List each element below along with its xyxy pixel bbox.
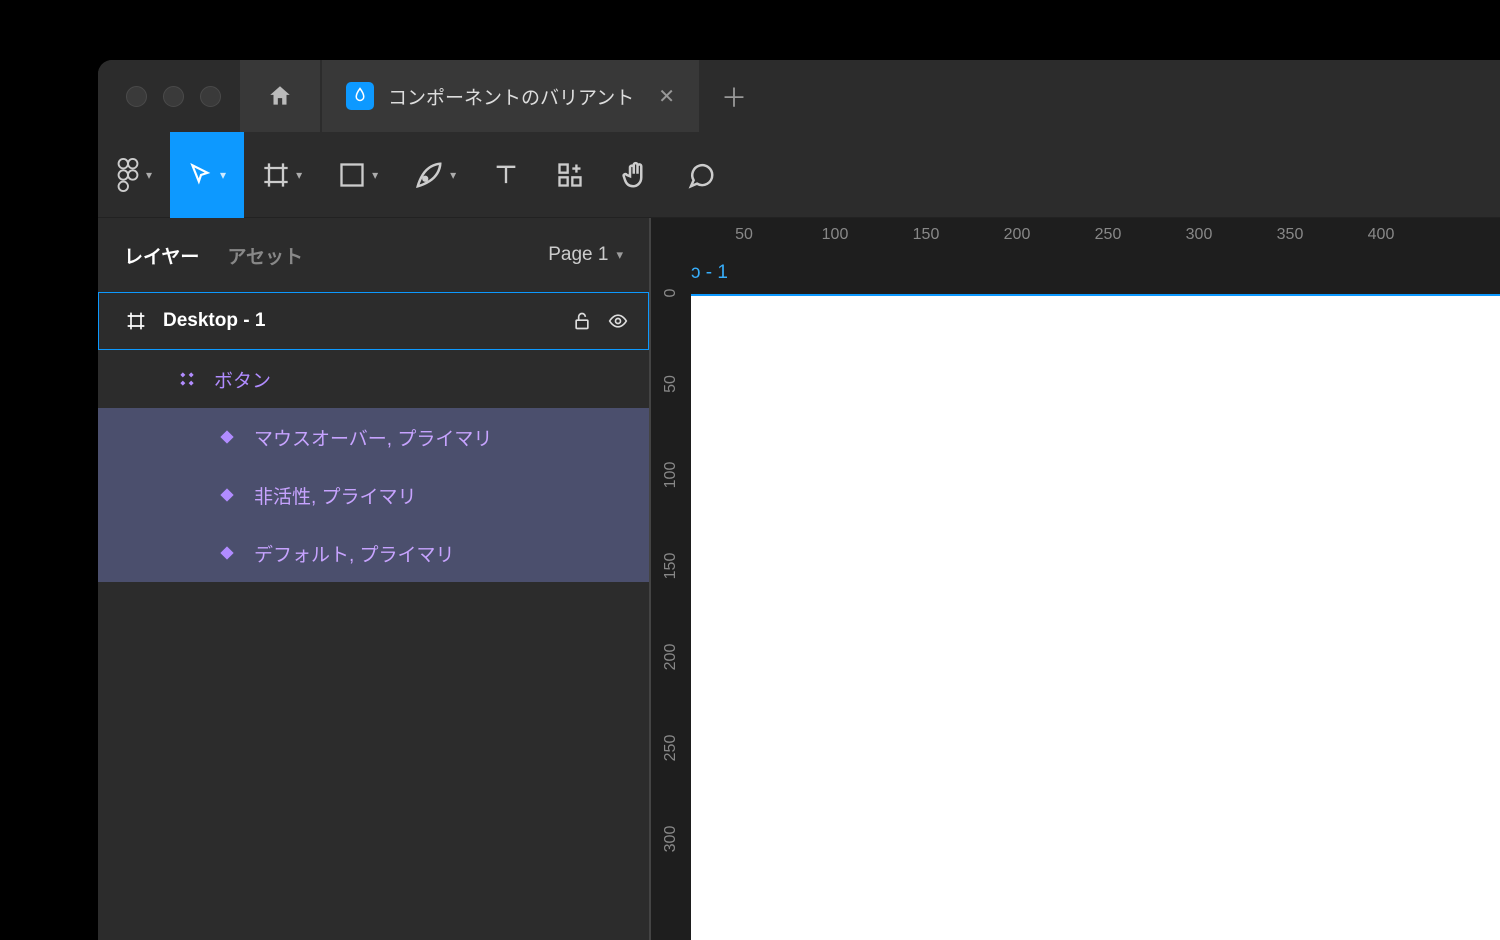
chevron-down-icon: ▾: [450, 168, 456, 182]
ruler-tick: 150: [662, 553, 680, 580]
pen-icon: [414, 160, 444, 190]
ruler-corner: [651, 218, 691, 258]
tab-assets[interactable]: アセット: [227, 242, 303, 269]
layer-name: デフォルト, プライマリ: [254, 540, 455, 567]
ruler-tick: 0: [662, 289, 680, 298]
home-icon: [267, 83, 293, 109]
toolbar: ▾ ▾ ▾ ▾ ▾: [98, 132, 1500, 218]
ruler-tick: 200: [1004, 226, 1031, 244]
ruler-vertical: 0 50 100 150 200 250 300: [651, 258, 691, 940]
file-tab[interactable]: コンポーネントのバリアント ✕: [322, 60, 699, 132]
artboard-desktop-1[interactable]: [691, 294, 1500, 940]
shape-tool[interactable]: ▾: [320, 132, 396, 218]
chevron-down-icon: ▾: [616, 247, 623, 263]
layer-name: 非活性, プライマリ: [254, 482, 417, 509]
file-tab-label: コンポーネントのバリアント: [388, 83, 634, 110]
chevron-down-icon: ▾: [296, 168, 302, 182]
ruler-tick: 200: [662, 644, 680, 671]
tab-layers[interactable]: レイヤー: [124, 242, 199, 269]
window-close-button[interactable]: [126, 86, 147, 107]
comment-tool[interactable]: [668, 132, 734, 218]
layer-row-component-set[interactable]: ボタン: [98, 350, 649, 408]
hand-icon: [620, 160, 650, 190]
ruler-tick: 350: [1277, 226, 1304, 244]
rectangle-icon: [338, 161, 366, 189]
unlock-icon[interactable]: [572, 311, 592, 331]
ruler-tick: 250: [1095, 226, 1122, 244]
layer-name: マウスオーバー, プライマリ: [254, 424, 492, 451]
chevron-down-icon: ▾: [220, 168, 226, 182]
ruler-tick: 100: [662, 462, 680, 489]
ruler-tick: 300: [662, 826, 680, 853]
component-set-icon: [176, 369, 198, 389]
variant-icon: [216, 545, 238, 561]
figma-logo-icon: [116, 158, 140, 192]
text-icon: [492, 161, 520, 189]
layer-row-variant[interactable]: デフォルト, プライマリ: [98, 524, 649, 582]
window-zoom-button[interactable]: [200, 86, 221, 107]
resources-tool[interactable]: [538, 132, 602, 218]
window-minimize-button[interactable]: [163, 86, 184, 107]
ruler-horizontal: 50 100 150 200 250 300 350 400: [691, 218, 1500, 258]
file-tab-icon: [346, 82, 374, 110]
chevron-down-icon: ▾: [372, 168, 378, 182]
sidebar-tabs: レイヤー アセット Page 1 ▾: [98, 218, 649, 292]
close-tab-button[interactable]: ✕: [658, 84, 675, 109]
ruler-tick: 400: [1368, 226, 1395, 244]
home-tab[interactable]: [240, 60, 320, 132]
left-sidebar: レイヤー アセット Page 1 ▾ Desktop - 1: [98, 218, 651, 940]
resources-icon: [556, 161, 584, 189]
ruler-tick: 100: [822, 226, 849, 244]
window-controls: [98, 60, 240, 132]
variant-icon: [216, 429, 238, 445]
move-tool[interactable]: ▾: [170, 132, 244, 218]
frame-tool[interactable]: ▾: [244, 132, 320, 218]
comment-icon: [686, 160, 716, 190]
new-tab-button[interactable]: ＋: [699, 60, 769, 132]
variant-icon: [216, 487, 238, 503]
layer-row-frame[interactable]: Desktop - 1: [98, 292, 649, 350]
ruler-tick: 250: [662, 735, 680, 762]
main-menu-button[interactable]: ▾: [98, 132, 170, 218]
visible-icon[interactable]: [606, 311, 630, 331]
app-body: レイヤー アセット Page 1 ▾ Desktop - 1: [98, 218, 1500, 940]
page-label: Page 1: [548, 244, 608, 266]
frame-icon: [262, 161, 290, 189]
titlebar: コンポーネントのバリアント ✕ ＋: [98, 60, 1500, 132]
cursor-icon: [188, 162, 214, 188]
ruler-tick: 50: [735, 226, 753, 244]
layer-row-variant[interactable]: 非活性, プライマリ: [98, 466, 649, 524]
canvas-frame-label[interactable]: ɔ - 1: [691, 262, 728, 284]
text-tool[interactable]: [474, 132, 538, 218]
page-selector[interactable]: Page 1 ▾: [548, 244, 623, 266]
hand-tool[interactable]: [602, 132, 668, 218]
ruler-tick: 300: [1186, 226, 1213, 244]
frame-icon: [125, 311, 147, 331]
canvas[interactable]: 50 100 150 200 250 300 350 400 0 50 100 …: [651, 218, 1500, 940]
app-window: コンポーネントのバリアント ✕ ＋ ▾ ▾ ▾ ▾ ▾: [98, 60, 1500, 940]
ruler-tick: 150: [913, 226, 940, 244]
layer-row-variant[interactable]: マウスオーバー, プライマリ: [98, 408, 649, 466]
layer-name: Desktop - 1: [163, 310, 265, 332]
layer-name: ボタン: [214, 366, 271, 393]
pen-tool[interactable]: ▾: [396, 132, 474, 218]
ruler-tick: 50: [662, 375, 680, 393]
chevron-down-icon: ▾: [146, 168, 152, 182]
